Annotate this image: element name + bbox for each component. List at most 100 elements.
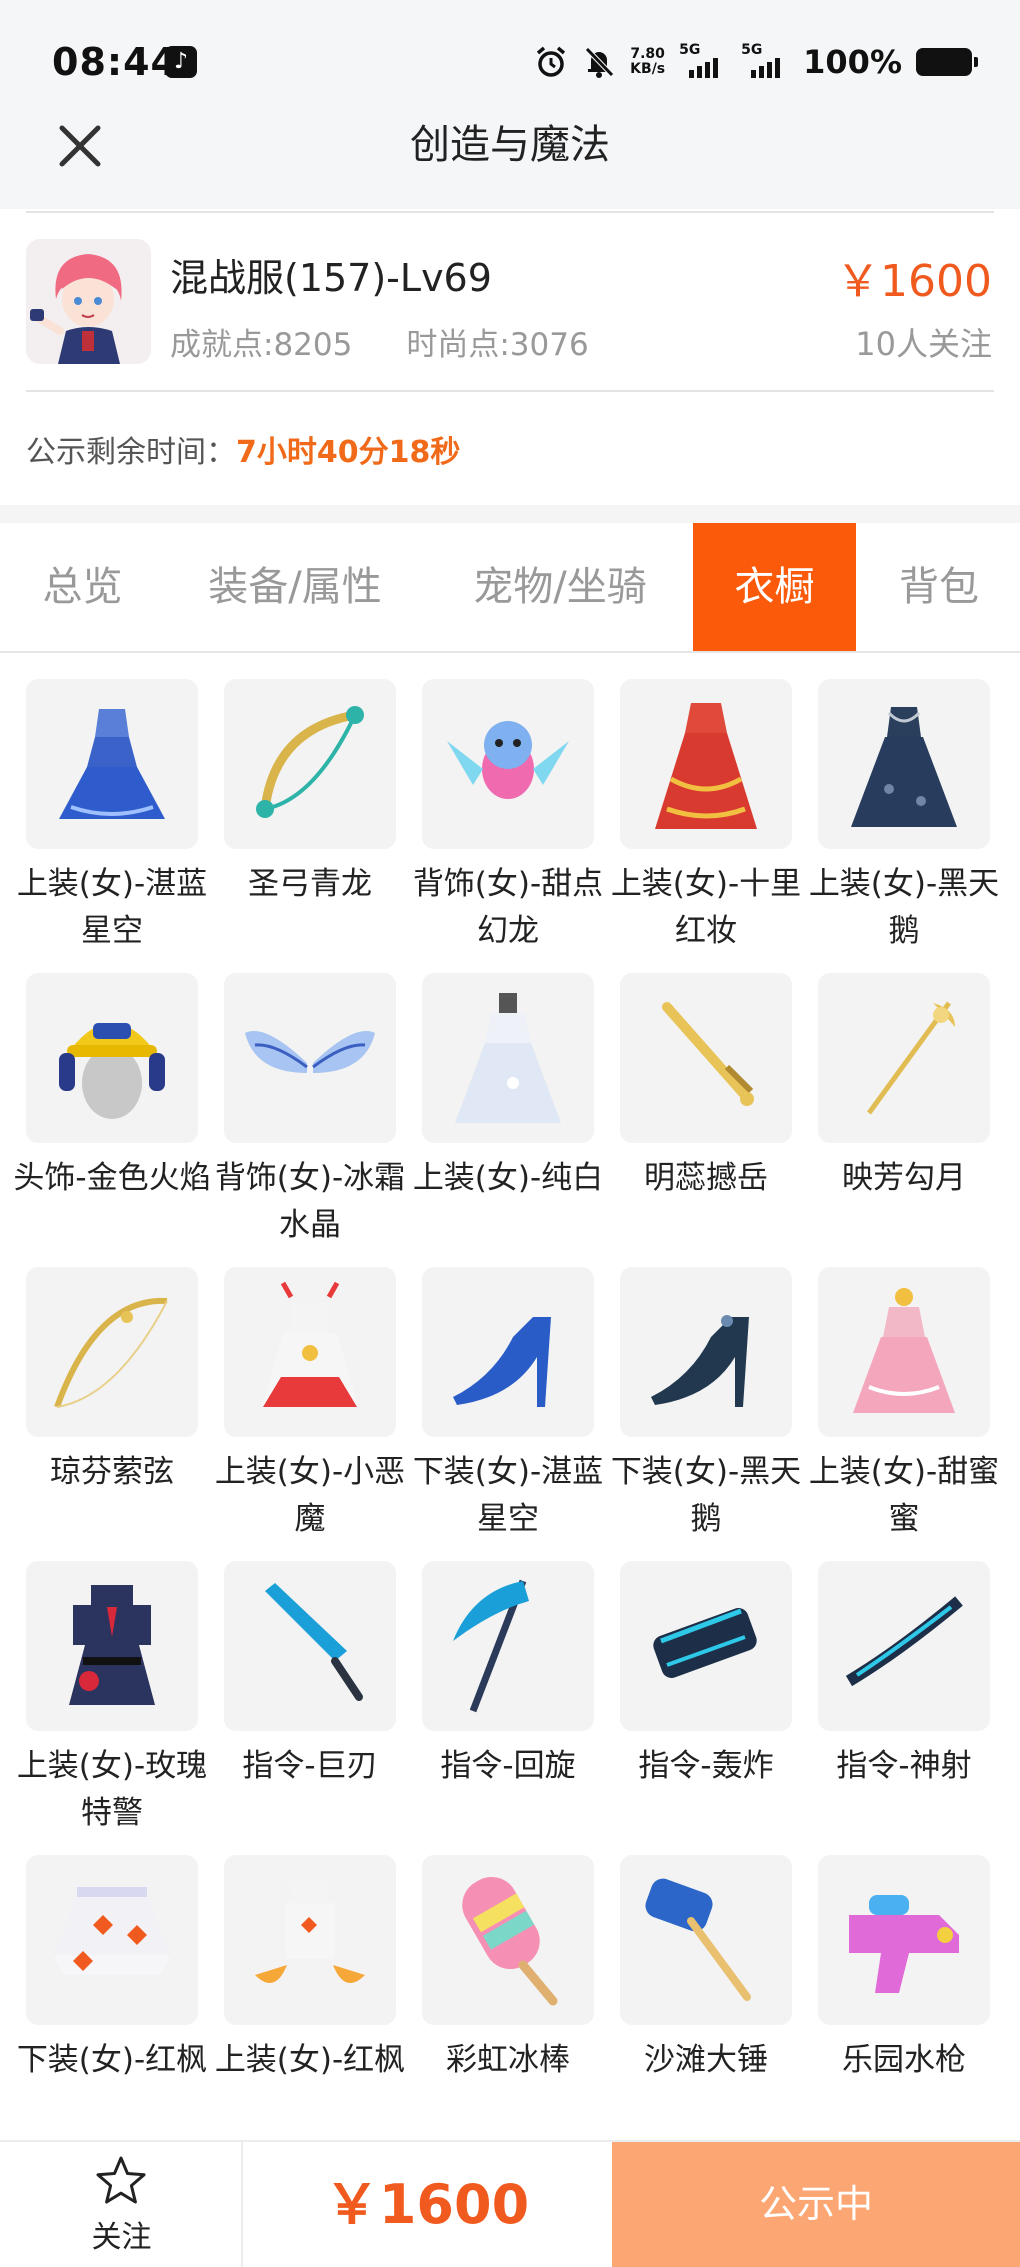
wardrobe-item-label: 彩虹冰棒 bbox=[446, 2042, 570, 2078]
wardrobe-item[interactable]: 上装(女)-红枫 bbox=[215, 1855, 405, 2084]
white-dress-icon bbox=[422, 973, 594, 1143]
maple-skirt-icon bbox=[26, 1855, 198, 2025]
battery-percent: 100% bbox=[803, 43, 902, 81]
page-title: 创造与魔法 bbox=[410, 122, 610, 168]
wardrobe-item[interactable]: 上装(女)-黑天鹅 bbox=[809, 679, 999, 955]
wardrobe-item[interactable]: 下装(女)-红枫 bbox=[17, 1855, 207, 2084]
police-outfit-icon bbox=[26, 1561, 198, 1731]
tab-bar: 总览 装备/属性 宠物/坐骑 衣橱 背包 bbox=[0, 523, 1020, 653]
wardrobe-item[interactable]: 明蕊撼岳 bbox=[620, 973, 792, 1202]
network-speed: 7.80 KB/s bbox=[630, 47, 665, 77]
sim2-label: 5G bbox=[741, 42, 763, 58]
wardrobe-item[interactable]: 琼芬萦弦 bbox=[26, 1267, 198, 1496]
mute-bell-icon bbox=[585, 47, 614, 78]
achievement-points: 成就点:8205 bbox=[170, 327, 353, 363]
golden-spear-icon bbox=[818, 973, 990, 1143]
ice-wings-icon bbox=[224, 973, 396, 1143]
tab-equipment[interactable]: 装备/属性 bbox=[190, 523, 400, 651]
wardrobe-item[interactable]: 头饰-金色火焰 bbox=[13, 973, 211, 1202]
wardrobe-item[interactable]: 指令-神射 bbox=[818, 1561, 990, 1790]
network-speed-unit: KB/s bbox=[630, 61, 666, 77]
battery-icon bbox=[916, 48, 978, 76]
wardrobe-item-label: 背饰(女)-冰霜水晶 bbox=[214, 1160, 406, 1243]
wardrobe-item-label: 上装(女)-纯白 bbox=[412, 1160, 604, 1196]
dragon-bow-icon bbox=[224, 679, 396, 849]
pink-dress-icon bbox=[818, 1267, 990, 1437]
wardrobe-item-label: 琼芬萦弦 bbox=[50, 1454, 174, 1490]
product-price: ￥1600 bbox=[836, 256, 992, 307]
wardrobe-item-label: 乐园水枪 bbox=[842, 2042, 966, 2078]
wardrobe-item[interactable]: 背饰(女)-冰霜水晶 bbox=[215, 973, 405, 1249]
tiktok-icon: ♪ bbox=[165, 46, 197, 78]
header: 创造与魔法 bbox=[0, 122, 1020, 209]
water-gun-icon bbox=[818, 1855, 990, 2025]
countdown-label: 公示剩余时间： bbox=[26, 435, 236, 470]
scythe-icon bbox=[422, 1561, 594, 1731]
wardrobe-item[interactable]: 上装(女)-甜蜜蜜 bbox=[809, 1267, 999, 1543]
blue-dress-icon bbox=[26, 679, 198, 849]
tab-wardrobe[interactable]: 衣橱 bbox=[693, 523, 856, 651]
wardrobe-item-label: 上装(女)-湛蓝星空 bbox=[16, 866, 208, 949]
countdown-value: 7小时40分18秒 bbox=[236, 435, 461, 470]
wardrobe-item-label: 指令-巨刃 bbox=[242, 1748, 378, 1784]
wardrobe-item-label: 下装(女)-红枫 bbox=[16, 2042, 208, 2078]
dragon-pet-icon bbox=[422, 679, 594, 849]
wardrobe-item[interactable]: 上装(女)-小恶魔 bbox=[215, 1267, 405, 1543]
tab-backpack[interactable]: 背包 bbox=[880, 523, 998, 651]
network-speed-value: 7.80 bbox=[630, 46, 665, 62]
wardrobe-item[interactable]: 圣弓青龙 bbox=[224, 679, 396, 908]
wardrobe-item-label: 下装(女)-黑天鹅 bbox=[610, 1454, 802, 1537]
tab-overview[interactable]: 总览 bbox=[20, 523, 145, 651]
signal-icon: 5G bbox=[679, 42, 727, 80]
wardrobe-item-label: 指令-轰炸 bbox=[638, 1748, 774, 1784]
helmet-icon bbox=[26, 973, 198, 1143]
wardrobe-item[interactable]: 下装(女)-湛蓝星空 bbox=[413, 1267, 603, 1543]
wardrobe-item[interactable]: 背饰(女)-甜点幻龙 bbox=[413, 679, 603, 955]
wardrobe-item-label: 下装(女)-湛蓝星空 bbox=[412, 1454, 604, 1537]
wardrobe-item[interactable]: 指令-轰炸 bbox=[620, 1561, 792, 1790]
wardrobe-item[interactable]: 映芳勾月 bbox=[818, 973, 990, 1202]
golden-bow-icon bbox=[26, 1267, 198, 1437]
wardrobe-item-label: 上装(女)-红枫 bbox=[214, 2042, 406, 2078]
public-status-button[interactable]: 公示中 bbox=[612, 2142, 1020, 2267]
star-icon bbox=[96, 2156, 146, 2204]
fashion-points: 时尚点:3076 bbox=[406, 327, 589, 363]
wardrobe-item[interactable]: 指令-巨刃 bbox=[224, 1561, 396, 1790]
blue-heels-icon bbox=[422, 1267, 594, 1437]
status-icons: 7.80 KB/s 5G 5G 100% bbox=[534, 42, 978, 82]
bottom-price: ￥1600 bbox=[324, 2173, 530, 2236]
section-gap bbox=[0, 505, 1020, 523]
wardrobe-item[interactable]: 上装(女)-湛蓝星空 bbox=[17, 679, 207, 955]
wardrobe-item-label: 上装(女)-小恶魔 bbox=[214, 1454, 406, 1537]
wardrobe-item-label: 上装(女)-十里红妆 bbox=[610, 866, 802, 949]
wardrobe-item[interactable]: 上装(女)-玫瑰特警 bbox=[17, 1561, 207, 1837]
wardrobe-item-label: 上装(女)-甜蜜蜜 bbox=[808, 1454, 1000, 1537]
wardrobe-item-label: 明蕊撼岳 bbox=[644, 1160, 768, 1196]
wardrobe-item[interactable]: 上装(女)-纯白 bbox=[413, 973, 603, 1202]
wardrobe-item[interactable]: 沙滩大锤 bbox=[620, 1855, 792, 2084]
follow-button[interactable]: 关注 bbox=[0, 2142, 243, 2267]
wardrobe-item[interactable]: 彩虹冰棒 bbox=[422, 1855, 594, 2084]
product-name: 混战服(157)-Lv69 bbox=[170, 256, 492, 300]
maple-top-icon bbox=[224, 1855, 396, 2025]
rainbow-popsicle-icon bbox=[422, 1855, 594, 2025]
wardrobe-item[interactable]: 乐园水枪 bbox=[818, 1855, 990, 2084]
red-gown-icon bbox=[620, 679, 792, 849]
wardrobe-item-label: 背饰(女)-甜点幻龙 bbox=[412, 866, 604, 949]
character-avatar bbox=[26, 239, 151, 364]
product-points: 成就点:8205 时尚点:3076 bbox=[170, 319, 589, 364]
bottom-bar: 关注 ￥1600 公示中 bbox=[0, 2140, 1020, 2267]
wardrobe-item-label: 指令-回旋 bbox=[440, 1748, 576, 1784]
wardrobe-item[interactable]: 上装(女)-十里红妆 bbox=[611, 679, 801, 955]
wardrobe-item[interactable]: 下装(女)-黑天鹅 bbox=[611, 1267, 801, 1543]
product-summary: 混战服(157)-Lv69 成就点:8205 时尚点:3076 ￥1600 10人… bbox=[0, 209, 1020, 505]
wardrobe-item-label: 上装(女)-玫瑰特警 bbox=[16, 1748, 208, 1831]
divider bbox=[26, 390, 994, 392]
wardrobe-item[interactable]: 指令-回旋 bbox=[422, 1561, 594, 1790]
wardrobe-item-label: 映芳勾月 bbox=[842, 1160, 966, 1196]
tab-pets[interactable]: 宠物/坐骑 bbox=[455, 523, 665, 651]
wardrobe-grid: 上装(女)-湛蓝星空 圣弓青龙 背饰(女)-甜点幻龙 上装(女)-十里红妆 上装(女)-… bbox=[0, 653, 1020, 2140]
crossbow-icon bbox=[818, 1561, 990, 1731]
countdown: 公示剩余时间：7小时40分18秒 bbox=[26, 427, 460, 471]
demon-outfit-icon bbox=[224, 1267, 396, 1437]
